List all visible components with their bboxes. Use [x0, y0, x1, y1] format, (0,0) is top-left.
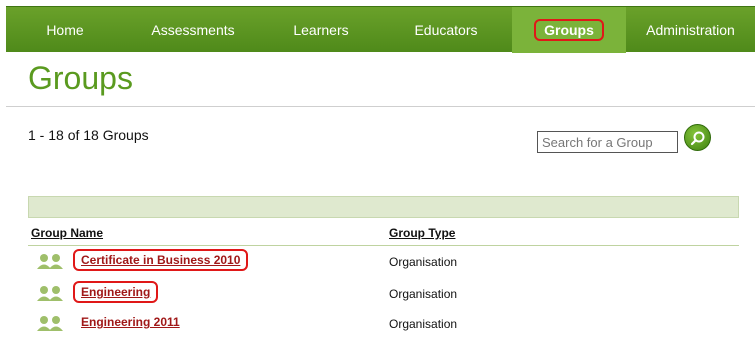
- group-icon: [36, 285, 64, 306]
- page-title: Groups: [28, 60, 133, 96]
- group-type: Organisation: [389, 287, 458, 301]
- results-count: 1 - 18 of 18 Groups: [28, 127, 149, 143]
- nav-assessments-label: Assessments: [151, 22, 235, 38]
- nav-educators-label: Educators: [414, 22, 478, 38]
- nav-home[interactable]: Home: [6, 7, 124, 53]
- nav-learners-label: Learners: [293, 22, 349, 38]
- group-icon: [36, 315, 64, 336]
- table-toolbar-band: [28, 196, 739, 218]
- nav-assessments[interactable]: Assessments: [124, 7, 262, 53]
- group-name-link[interactable]: Certificate in Business 2010: [73, 249, 249, 271]
- table-row: Certificate in Business 2010 Organisatio…: [28, 247, 739, 275]
- table-row: Engineering Organisation: [28, 279, 739, 307]
- table-header: Group Name Group Type: [28, 224, 739, 246]
- search-input[interactable]: [537, 131, 678, 153]
- nav-administration-label: Administration: [646, 22, 735, 38]
- nav-learners[interactable]: Learners: [262, 7, 380, 53]
- column-header-group-type[interactable]: Group Type: [389, 226, 455, 240]
- nav-groups[interactable]: Groups: [512, 7, 626, 53]
- nav-home-label: Home: [46, 22, 84, 38]
- group-icon: [36, 253, 64, 274]
- top-nav: Home Assessments Learners Educators Grou…: [6, 6, 755, 53]
- group-type: Organisation: [389, 255, 458, 269]
- group-type: Organisation: [389, 317, 458, 331]
- group-name-link[interactable]: Engineering 2011: [81, 315, 180, 329]
- nav-administration[interactable]: Administration: [626, 7, 755, 53]
- title-divider: [6, 106, 755, 107]
- group-name-link[interactable]: Engineering: [73, 281, 159, 303]
- search-button[interactable]: [684, 124, 711, 151]
- search-icon: [690, 131, 705, 146]
- column-header-group-name[interactable]: Group Name: [31, 226, 103, 240]
- nav-groups-label: Groups: [534, 19, 604, 41]
- table-row: Engineering 2011 Organisation: [28, 309, 739, 337]
- nav-educators[interactable]: Educators: [380, 7, 512, 53]
